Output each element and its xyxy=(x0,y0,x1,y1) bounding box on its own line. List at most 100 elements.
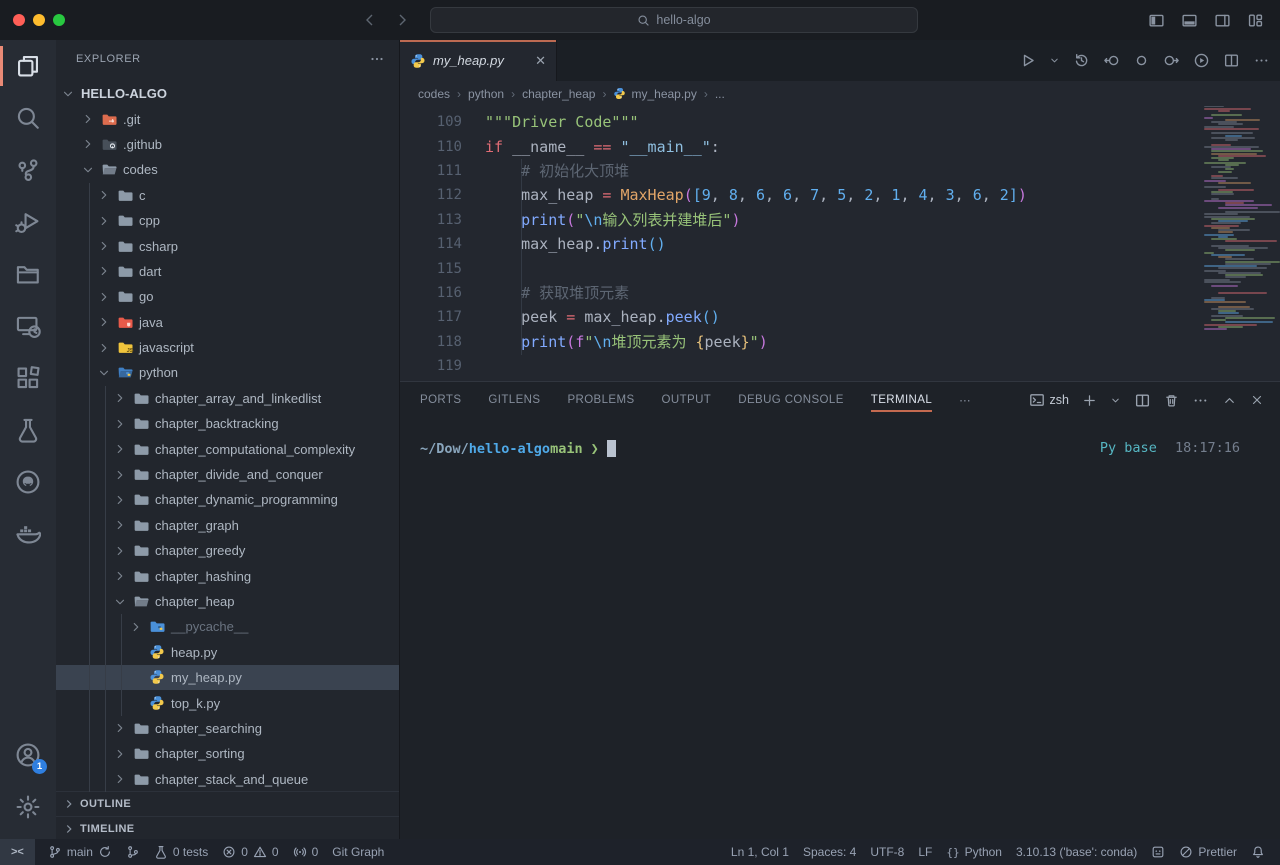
tree-item-csharp[interactable]: csharp xyxy=(56,233,399,258)
tree-item-chapter-stack-and-queue[interactable]: chapter_stack_and_queue xyxy=(56,767,399,792)
activity-github-icon[interactable] xyxy=(0,456,56,508)
panel-tab-problems[interactable]: PROBLEMS xyxy=(567,384,634,416)
code-line-118[interactable]: 118 print(f"\n堆顶元素为 {peek}") xyxy=(400,330,1280,354)
activity-project-folder-icon[interactable] xyxy=(0,248,56,300)
plus-icon[interactable] xyxy=(1082,393,1097,408)
activity-source-control-icon[interactable] xyxy=(0,144,56,196)
activity-run-debug-icon[interactable] xyxy=(0,196,56,248)
panel-more-tabs-icon[interactable]: ⋯ xyxy=(959,383,971,417)
problems-status[interactable]: 0 0 xyxy=(215,839,285,865)
tree-item-my-heap-py[interactable]: my_heap.py xyxy=(56,665,399,690)
timeline-section[interactable]: TIMELINE xyxy=(56,816,399,839)
tree-item-chapter-searching[interactable]: chapter_searching xyxy=(56,716,399,741)
activity-account-icon[interactable]: 1 xyxy=(0,729,56,781)
git-graph-button[interactable]: Git Graph xyxy=(325,839,391,865)
layout-panel-icon[interactable] xyxy=(1179,10,1200,31)
chevron-up-icon[interactable] xyxy=(1222,393,1237,408)
activity-docker-icon[interactable] xyxy=(0,508,56,560)
tree-item-chapter-computational-complexity[interactable]: chapter_computational_complexity xyxy=(56,436,399,461)
activity-extensions-icon[interactable] xyxy=(0,352,56,404)
code-line-113[interactable]: 113 print("\n输入列表并建堆后") xyxy=(400,208,1280,232)
run-dropdown-icon[interactable] xyxy=(1110,395,1121,406)
close-window-button[interactable] xyxy=(13,14,25,26)
notifications-bell[interactable] xyxy=(1244,845,1272,859)
activity-settings-gear-icon[interactable] xyxy=(0,781,56,833)
trash-icon[interactable] xyxy=(1164,393,1179,408)
tree-item-python[interactable]: python xyxy=(56,360,399,385)
code-line-111[interactable]: 111 # 初始化大顶堆 xyxy=(400,159,1280,183)
close-tab-icon[interactable]: ✕ xyxy=(535,53,546,69)
prettier-status[interactable]: Prettier xyxy=(1172,845,1244,859)
indentation[interactable]: Spaces: 4 xyxy=(796,845,863,859)
gitlens-status[interactable] xyxy=(119,839,147,865)
split-editor-icon[interactable] xyxy=(1134,392,1151,409)
encoding[interactable]: UTF-8 xyxy=(863,845,911,859)
code-line-116[interactable]: 116 # 获取堆顶元素 xyxy=(400,281,1280,305)
tree-item-dart[interactable]: dart xyxy=(56,259,399,284)
run-status-icon[interactable] xyxy=(1193,52,1210,69)
command-center-search[interactable]: hello-algo xyxy=(430,7,918,33)
more-actions-icon[interactable] xyxy=(1253,52,1270,69)
tree-item-heap-py[interactable]: heap.py xyxy=(56,640,399,665)
breadcrumb-item[interactable]: ... xyxy=(715,87,725,101)
activity-remote-explorer-icon[interactable] xyxy=(0,300,56,352)
tree-item-chapter-sorting[interactable]: chapter_sorting xyxy=(56,741,399,766)
run-icon[interactable] xyxy=(1019,52,1036,69)
remote-indicator[interactable]: >< xyxy=(0,839,35,865)
layout-customize-icon[interactable] xyxy=(1245,10,1266,31)
split-editor-icon[interactable] xyxy=(1223,52,1240,69)
breadcrumb-item[interactable]: my_heap.py xyxy=(613,87,696,101)
tree-root-hello-algo[interactable]: HELLO-ALGO xyxy=(56,81,399,106)
tree-item-chapter-greedy[interactable]: chapter_greedy xyxy=(56,538,399,563)
tree-item--git[interactable]: .git xyxy=(56,106,399,131)
layout-sidebar-left-icon[interactable] xyxy=(1146,10,1167,31)
tree-item-top-k-py[interactable]: top_k.py xyxy=(56,690,399,715)
previous-change-icon[interactable] xyxy=(1103,52,1120,69)
activity-files-icon[interactable] xyxy=(0,40,56,92)
shell-selector[interactable]: zsh xyxy=(1029,392,1069,408)
code-line-110[interactable]: 110if __name__ == "__main__": xyxy=(400,134,1280,158)
code-line-114[interactable]: 114 max_heap.print() xyxy=(400,232,1280,256)
branch-status[interactable]: main xyxy=(41,839,119,865)
tree-item--github[interactable]: .github xyxy=(56,132,399,157)
panel-tab-gitlens[interactable]: GITLENS xyxy=(488,384,540,416)
tree-item-cpp[interactable]: cpp xyxy=(56,208,399,233)
ports-status[interactable]: 0 xyxy=(286,839,326,865)
tree-item-chapter-divide-and-conquer[interactable]: chapter_divide_and_conquer xyxy=(56,462,399,487)
code-line-112[interactable]: 112 max_heap = MaxHeap([9, 8, 6, 6, 7, 5… xyxy=(400,183,1280,207)
language-mode[interactable]: {} Python xyxy=(939,845,1009,859)
code-line-109[interactable]: 109"""Driver Code""" xyxy=(400,110,1280,134)
code-line-117[interactable]: 117 peek = max_heap.peek() xyxy=(400,305,1280,329)
breadcrumb-item[interactable]: python xyxy=(468,87,504,101)
close-icon[interactable] xyxy=(1250,393,1264,407)
open-change-icon[interactable] xyxy=(1133,52,1150,69)
python-interpreter[interactable]: 3.10.13 ('base': conda) xyxy=(1009,845,1144,859)
activity-search-icon[interactable] xyxy=(0,92,56,144)
panel-tab-terminal[interactable]: TERMINAL xyxy=(871,384,932,416)
run-dropdown-icon[interactable] xyxy=(1049,55,1060,66)
code-editor[interactable]: 109"""Driver Code"""110if __name__ == "_… xyxy=(400,106,1280,381)
tree-item-chapter-backtracking[interactable]: chapter_backtracking xyxy=(56,411,399,436)
breadcrumb-item[interactable]: chapter_heap xyxy=(522,87,595,101)
forward-icon[interactable] xyxy=(394,12,410,28)
tree-item-c[interactable]: c xyxy=(56,183,399,208)
cursor-position[interactable]: Ln 1, Col 1 xyxy=(724,845,796,859)
next-change-icon[interactable] xyxy=(1163,52,1180,69)
activity-testing-icon[interactable] xyxy=(0,404,56,456)
minimize-window-button[interactable] xyxy=(33,14,45,26)
code-line-119[interactable]: 119 xyxy=(400,354,1280,378)
tab-my-heap[interactable]: my_heap.py ✕ xyxy=(400,40,557,81)
tree-item-chapter-dynamic-programming[interactable]: chapter_dynamic_programming xyxy=(56,487,399,512)
tree-item-chapter-array-and-linkedlist[interactable]: chapter_array_and_linkedlist xyxy=(56,386,399,411)
zoom-window-button[interactable] xyxy=(53,14,65,26)
panel-tab-output[interactable]: OUTPUT xyxy=(662,384,712,416)
extension-status[interactable] xyxy=(1144,845,1172,859)
breadcrumb-item[interactable]: codes xyxy=(418,87,450,101)
tree-item-chapter-hashing[interactable]: chapter_hashing xyxy=(56,563,399,588)
back-icon[interactable] xyxy=(362,12,378,28)
tree-item-codes[interactable]: codes xyxy=(56,157,399,182)
explorer-more-actions-icon[interactable] xyxy=(369,51,385,67)
outline-section[interactable]: OUTLINE xyxy=(56,791,399,816)
tests-status[interactable]: 0 tests xyxy=(147,839,215,865)
tree-item-chapter-graph[interactable]: chapter_graph xyxy=(56,513,399,538)
